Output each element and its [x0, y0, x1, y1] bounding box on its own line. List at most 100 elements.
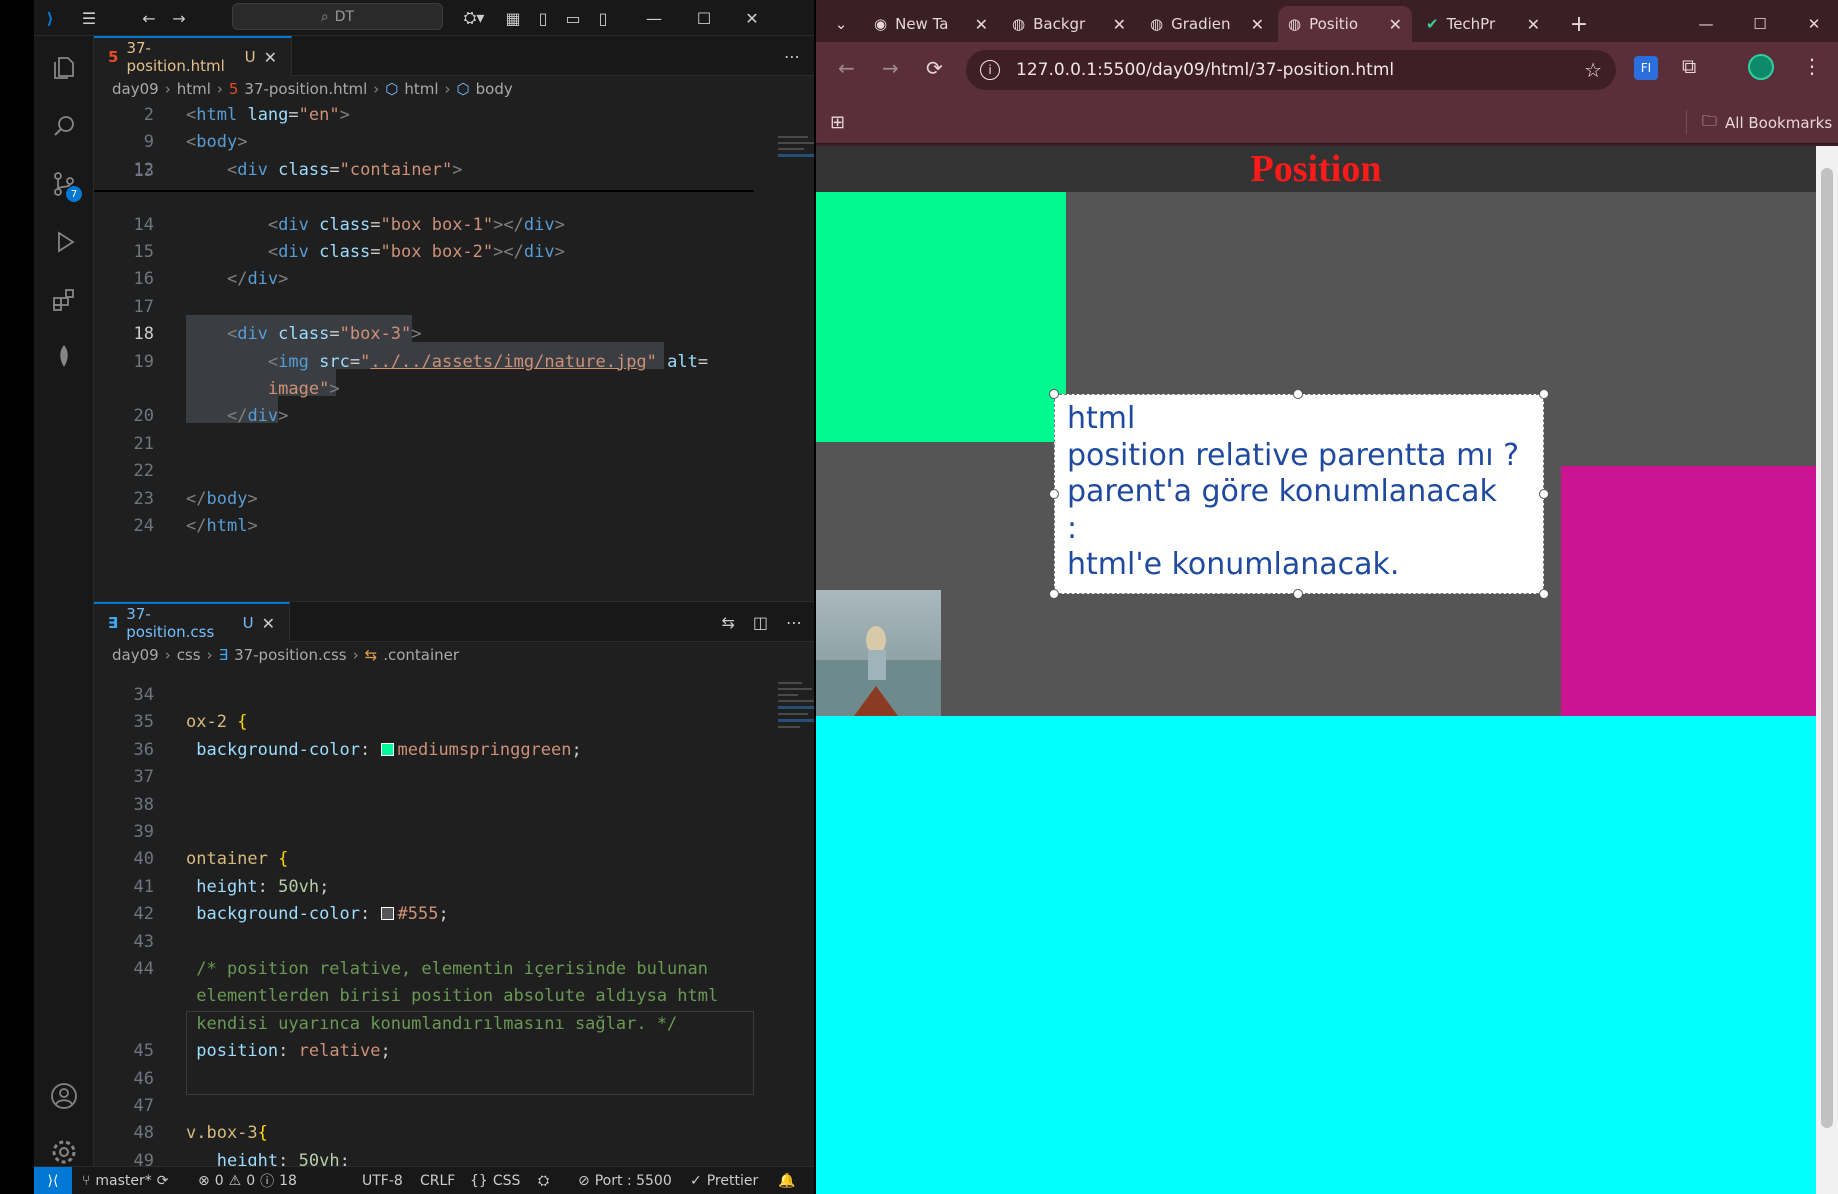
- close-tab-icon[interactable]: ✕: [1113, 15, 1126, 34]
- breadcrumb-folder[interactable]: day09: [112, 80, 159, 98]
- browser-tab[interactable]: ◉ New Ta ✕: [864, 6, 998, 42]
- browser-tab[interactable]: ✔ TechPr ✕: [1416, 6, 1550, 42]
- tab-37-position-html[interactable]: 5 37-position.html U ✕: [94, 36, 292, 76]
- tab-37-position-css[interactable]: ∃ 37-position.css U ✕: [94, 602, 290, 642]
- more-actions-icon[interactable]: ⋯: [786, 613, 802, 632]
- code-line[interactable]: <div class="box-3">: [186, 321, 422, 348]
- breadcrumb-file[interactable]: 37-position.html: [244, 80, 367, 98]
- code-line[interactable]: elementlerden birisi position absolute a…: [186, 983, 718, 1010]
- extensions-puzzle-icon[interactable]: ⧉: [1682, 54, 1696, 78]
- browser-tab[interactable]: ◍ Gradien ✕: [1140, 6, 1274, 42]
- code-line[interactable]: </body>: [186, 486, 258, 513]
- close-tab-icon[interactable]: ✕: [975, 15, 988, 34]
- code-line[interactable]: ox-2 {: [186, 709, 247, 736]
- minimap[interactable]: [778, 678, 814, 798]
- resize-handle[interactable]: [1539, 589, 1549, 599]
- profile-avatar[interactable]: [1748, 54, 1774, 80]
- layout-icon[interactable]: ▦: [498, 0, 528, 36]
- new-tab-plus-icon[interactable]: +: [1562, 6, 1596, 42]
- minimize-button[interactable]: —: [632, 0, 676, 36]
- breadcrumb-symbol[interactable]: .container: [383, 646, 459, 664]
- bookmark-star-icon[interactable]: ☆: [1584, 58, 1602, 82]
- leaf-extension-icon[interactable]: [44, 336, 84, 376]
- account-icon[interactable]: [44, 1076, 84, 1116]
- close-button[interactable]: ✕: [730, 0, 774, 36]
- site-info-icon[interactable]: i: [980, 60, 1000, 80]
- apps-grid-icon[interactable]: ⊞: [830, 112, 845, 133]
- remote-indicator-icon[interactable]: ⟩⟨: [34, 1167, 72, 1194]
- code-line[interactable]: </html>: [186, 513, 258, 540]
- code-line[interactable]: <img src="../../assets/img/nature.jpg" a…: [186, 349, 708, 376]
- notifications-bell-icon[interactable]: 🔔: [778, 1167, 795, 1194]
- code-line[interactable]: v.box-3{: [186, 1120, 268, 1147]
- forward-arrow-icon[interactable]: →: [882, 56, 899, 80]
- explorer-icon[interactable]: [44, 48, 84, 88]
- toggle-sidebar-icon[interactable]: ▯: [528, 0, 558, 36]
- browser-tab[interactable]: ◍ Backgr ✕: [1002, 6, 1136, 42]
- resize-handle[interactable]: [1539, 389, 1549, 399]
- resize-handle[interactable]: [1049, 589, 1059, 599]
- copilot-status-icon[interactable]: ⛭: [538, 1167, 549, 1194]
- css-code-area[interactable]: 34 35 ox-2 {36 background-color: mediumspr…: [94, 682, 754, 1171]
- html-code-area[interactable]: 2 <html lang="en"> 9 <body> 12 <div class="c…: [94, 102, 754, 601]
- resize-handle[interactable]: [1049, 389, 1059, 399]
- code-line[interactable]: ontainer {: [186, 846, 288, 873]
- maximize-button[interactable]: ☐: [682, 0, 726, 36]
- close-tab-icon[interactable]: ✕: [262, 614, 275, 633]
- more-actions-icon[interactable]: ⋯: [784, 47, 800, 66]
- code-line[interactable]: </div>: [186, 403, 288, 430]
- scrollbar-thumb[interactable]: [1821, 168, 1833, 1128]
- code-line[interactable]: <div class="container">: [186, 157, 463, 184]
- menu-icon[interactable]: ☰: [74, 0, 104, 36]
- code-line[interactable]: image">: [186, 376, 340, 403]
- toggle-panel-icon[interactable]: ▭: [558, 0, 588, 36]
- code-line[interactable]: <div class="box box-2"></div>: [186, 239, 565, 266]
- code-line[interactable]: background-color: #555;: [186, 901, 448, 928]
- source-control-icon[interactable]: 7: [44, 164, 84, 204]
- breadcrumb-symbol[interactable]: html: [404, 80, 438, 98]
- page-scrollbar[interactable]: [1816, 146, 1838, 1194]
- code-line[interactable]: <html lang="en">: [186, 102, 350, 129]
- encoding-indicator[interactable]: UTF-8: [362, 1167, 403, 1194]
- close-tab-icon[interactable]: ✕: [264, 48, 277, 67]
- branch-indicator[interactable]: ⑂ master* ⟳: [82, 1167, 169, 1194]
- all-bookmarks-button[interactable]: 🗀 All Bookmarks: [1688, 102, 1832, 144]
- command-center[interactable]: ⌕ DT: [232, 3, 443, 30]
- maximize-button[interactable]: ☐: [1740, 6, 1780, 42]
- code-line[interactable]: height: 50vh;: [186, 874, 329, 901]
- code-line[interactable]: <div class="box box-1"></div>: [186, 212, 565, 239]
- problems-indicator[interactable]: ⊗ 0 ⚠ 0 ⓘ 18: [198, 1167, 297, 1194]
- code-line[interactable]: kendisi uyarınca konumlandırılmasını sağ…: [186, 1011, 677, 1038]
- close-tab-icon[interactable]: ✕: [1527, 15, 1540, 34]
- language-mode[interactable]: {} CSS: [470, 1167, 520, 1194]
- back-arrow-icon[interactable]: ←: [838, 56, 855, 80]
- live-server-port[interactable]: ⊘ Port : 5500: [578, 1167, 672, 1194]
- minimap[interactable]: [778, 132, 814, 192]
- close-tab-icon[interactable]: ✕: [1389, 15, 1402, 34]
- reload-icon[interactable]: ⟳: [926, 56, 943, 80]
- run-debug-icon[interactable]: [44, 222, 84, 262]
- compare-changes-icon[interactable]: ⇆: [721, 613, 734, 632]
- resize-handle[interactable]: [1049, 489, 1059, 499]
- code-line[interactable]: position: relative;: [186, 1038, 391, 1065]
- minimize-button[interactable]: —: [1686, 6, 1726, 42]
- extension-fi-icon[interactable]: FI: [1634, 56, 1658, 80]
- copilot-icon[interactable]: ⛭▾: [454, 0, 494, 36]
- prettier-indicator[interactable]: ✓ Prettier: [690, 1167, 758, 1194]
- breadcrumb-folder[interactable]: day09: [112, 646, 159, 664]
- resize-handle[interactable]: [1539, 489, 1549, 499]
- resize-handle[interactable]: [1293, 589, 1303, 599]
- breadcrumb-file[interactable]: 37-position.css: [234, 646, 347, 664]
- code-line[interactable]: background-color: mediumspringgreen;: [186, 737, 582, 764]
- extensions-icon[interactable]: [44, 280, 84, 320]
- code-line[interactable]: <body>: [186, 129, 247, 156]
- split-editor-icon[interactable]: ◫: [753, 613, 768, 632]
- breadcrumb-symbol[interactable]: body: [476, 80, 513, 98]
- eol-indicator[interactable]: CRLF: [420, 1167, 455, 1194]
- resize-handle[interactable]: [1293, 389, 1303, 399]
- breadcrumb-folder[interactable]: html: [177, 80, 211, 98]
- menu-kebab-icon[interactable]: ⋮: [1802, 54, 1822, 78]
- code-line[interactable]: </div>: [186, 266, 288, 293]
- close-tab-icon[interactable]: ✕: [1251, 15, 1264, 34]
- close-button[interactable]: ✕: [1794, 6, 1834, 42]
